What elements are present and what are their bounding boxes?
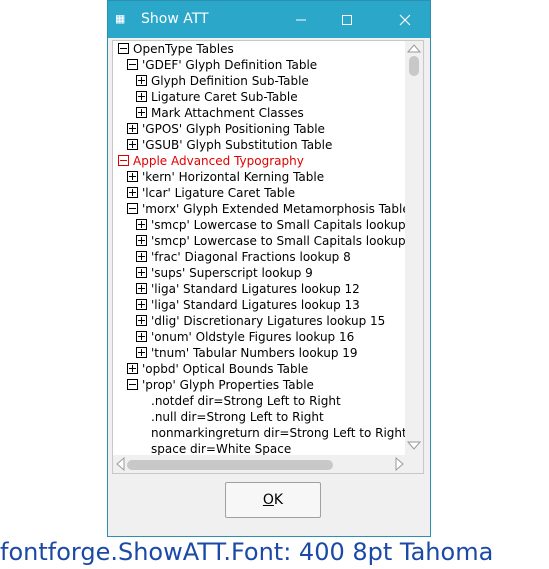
tree-row-label: 'frac' Diagonal Fractions lookup 8	[151, 250, 351, 264]
fontforge-glyph-icon: ▦	[116, 11, 125, 27]
tree-row[interactable]: 'liga' Standard Ligatures lookup 13	[136, 297, 360, 313]
collapse-box-icon[interactable]	[127, 203, 138, 214]
tree-row[interactable]: 'sups' Superscript lookup 9	[136, 265, 313, 281]
tree-row-label: space dir=White Space	[151, 442, 292, 456]
tree-row-label: .notdef dir=Strong Left to Right	[151, 394, 341, 408]
tree-row-label: 'GDEF' Glyph Definition Table	[142, 58, 318, 72]
tree-row-label: nonmarkingreturn dir=Strong Left to Righ…	[151, 426, 407, 440]
tree-row[interactable]: 'prop' Glyph Properties Table	[127, 377, 314, 393]
tree-row[interactable]: 'lcar' Ligature Caret Table	[127, 185, 295, 201]
close-icon	[399, 14, 411, 25]
close-button[interactable]	[382, 1, 428, 38]
expand-box-icon[interactable]	[136, 283, 147, 294]
att-tree-view[interactable]: OpenType Tables 'GDEF' Glyph Definition T…	[112, 40, 424, 474]
maximize-icon	[342, 14, 352, 25]
tree-row-label: 'lcar' Ligature Caret Table	[142, 186, 296, 200]
tree-row[interactable]: 'morx' Glyph Extended Metamorphosis Tabl…	[127, 201, 410, 217]
tree-row[interactable]: 'onum' Oldstyle Figures lookup 16	[136, 329, 354, 345]
expand-box-icon[interactable]	[136, 347, 147, 358]
expand-box-icon[interactable]	[136, 315, 147, 326]
tree-row[interactable]: 'kern' Horizontal Kerning Table	[127, 169, 324, 185]
tree-row-label: 'GSUB' Glyph Substitution Table	[142, 138, 333, 152]
expand-box-icon[interactable]	[136, 91, 147, 102]
tree-row-label: .null dir=Strong Left to Right	[151, 410, 324, 424]
tree-row[interactable]: OpenType Tables	[118, 41, 234, 57]
collapse-box-icon[interactable]	[127, 59, 138, 70]
vertical-scrollbar[interactable]	[405, 41, 423, 457]
tree-row-label: 'kern' Horizontal Kerning Table	[142, 170, 325, 184]
scrollbar-corner	[405, 455, 423, 473]
expand-box-icon[interactable]	[127, 171, 138, 182]
tree-row-label: 'liga' Standard Ligatures lookup 12	[151, 282, 360, 296]
minimize-button[interactable]	[278, 1, 324, 38]
expand-box-icon[interactable]	[136, 235, 147, 246]
tree-row[interactable]: .notdef dir=Strong Left to Right	[151, 393, 341, 409]
ok-label: K	[273, 492, 284, 508]
horizontal-scroll-thumb[interactable]	[127, 460, 333, 470]
expand-box-icon[interactable]	[136, 331, 147, 342]
tree-row-label: 'liga' Standard Ligatures lookup 13	[151, 298, 360, 312]
window-title: Show ATT	[141, 11, 209, 27]
tree-row[interactable]: Glyph Definition Sub-Table	[136, 73, 309, 89]
tree-row[interactable]: 'dlig' Discretionary Ligatures lookup 15	[136, 313, 385, 329]
tree-row[interactable]: 'tnum' Tabular Numbers lookup 19	[136, 345, 358, 361]
expand-box-icon[interactable]	[136, 299, 147, 310]
tree-row[interactable]: Apple Advanced Typography	[118, 153, 304, 169]
expand-box-icon[interactable]	[127, 363, 138, 374]
tree-row-label: Mark Attachment Classes	[151, 106, 304, 120]
expand-box-icon[interactable]	[136, 219, 147, 230]
tree-row[interactable]: 'frac' Diagonal Fractions lookup 8	[136, 249, 351, 265]
scroll-left-arrow-icon[interactable]	[115, 457, 125, 471]
title-bar[interactable]: ▦ Show ATT	[108, 1, 430, 38]
tree-row[interactable]: Ligature Caret Sub-Table	[136, 89, 298, 105]
show-att-window: ▦ Show ATT OpenType Tables 'GDEF' Glyph D…	[107, 0, 431, 537]
tree-row[interactable]: 'smcp' Lowercase to Small Capitals looku…	[136, 233, 417, 249]
horizontal-scrollbar[interactable]	[113, 455, 407, 473]
tree-row[interactable]: 'GSUB' Glyph Substitution Table	[127, 137, 332, 153]
expand-box-icon[interactable]	[127, 187, 138, 198]
tree-row-label: Apple Advanced Typography	[133, 154, 304, 168]
tree-row-label: 'tnum' Tabular Numbers lookup 19	[151, 346, 358, 360]
expand-box-icon[interactable]	[136, 75, 147, 86]
scroll-right-arrow-icon[interactable]	[395, 457, 405, 471]
caption: fontforge.ShowATT.Font: 400 8pt Tahoma	[0, 538, 494, 566]
collapse-box-icon[interactable]	[127, 379, 138, 390]
tree-row-label: 'GPOS' Glyph Positioning Table	[142, 122, 325, 136]
tree-row-label: OpenType Tables	[133, 42, 234, 56]
tree-row-label: 'smcp' Lowercase to Small Capitals looku…	[151, 234, 418, 248]
scroll-down-arrow-icon[interactable]	[407, 441, 421, 451]
scroll-up-arrow-icon[interactable]	[407, 43, 421, 53]
tree-row-label: 'onum' Oldstyle Figures lookup 16	[151, 330, 355, 344]
tree-row-label: 'sups' Superscript lookup 9	[151, 266, 313, 280]
tree-row[interactable]: 'GPOS' Glyph Positioning Table	[127, 121, 325, 137]
tree-row[interactable]: Mark Attachment Classes	[136, 105, 304, 121]
expand-box-icon[interactable]	[127, 139, 138, 150]
minimize-icon	[296, 19, 306, 20]
tree-row-label: 'smcp' Lowercase to Small Capitals looku…	[151, 218, 418, 232]
expand-box-icon[interactable]	[136, 267, 147, 278]
tree-row-label: 'morx' Glyph Extended Metamorphosis Tabl…	[142, 202, 410, 216]
tree-row-label: 'opbd' Optical Bounds Table	[142, 362, 309, 376]
tree-row[interactable]: nonmarkingreturn dir=Strong Left to Righ…	[151, 425, 407, 441]
tree-row[interactable]: 'liga' Standard Ligatures lookup 12	[136, 281, 360, 297]
tree-row-label: Glyph Definition Sub-Table	[151, 74, 309, 88]
tree-row[interactable]: .null dir=Strong Left to Right	[151, 409, 324, 425]
expand-box-icon[interactable]	[136, 251, 147, 262]
collapse-box-icon[interactable]	[118, 155, 129, 166]
maximize-button[interactable]	[324, 1, 370, 38]
expand-box-icon[interactable]	[136, 107, 147, 118]
tree-row[interactable]: 'GDEF' Glyph Definition Table	[127, 57, 317, 73]
expand-box-icon[interactable]	[127, 123, 138, 134]
tree-row-label: 'dlig' Discretionary Ligatures lookup 15	[151, 314, 386, 328]
tree-row-label: 'prop' Glyph Properties Table	[142, 378, 314, 392]
tree-row-label: Ligature Caret Sub-Table	[151, 90, 298, 104]
ok-mnemonic: O	[262, 492, 274, 508]
vertical-scroll-thumb[interactable]	[409, 56, 419, 76]
collapse-box-icon[interactable]	[118, 43, 129, 54]
tree-row[interactable]: 'opbd' Optical Bounds Table	[127, 361, 308, 377]
ok-button[interactable]: OK	[225, 482, 321, 518]
tree-row[interactable]: 'smcp' Lowercase to Small Capitals looku…	[136, 217, 417, 233]
